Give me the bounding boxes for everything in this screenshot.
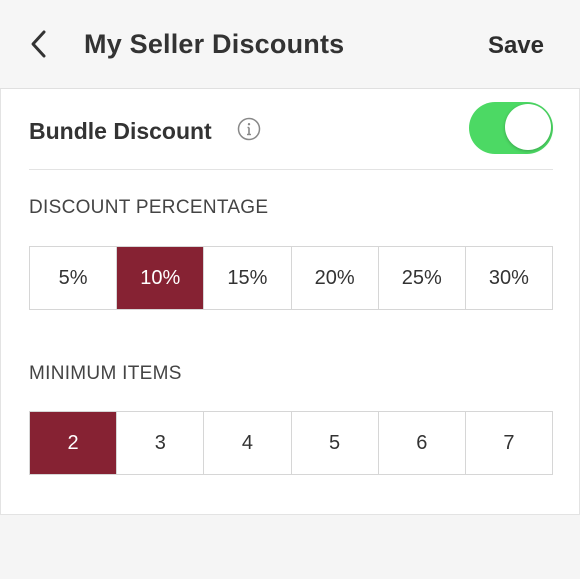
minimum-items-label: MINIMUM ITEMS — [29, 363, 182, 384]
save-button[interactable]: Save — [488, 26, 544, 66]
discount-settings-card: Bundle Discount DISCOUNT PERCENTAGE 5% 10… — [0, 89, 580, 515]
minimum-items-selector: 234567 — [29, 411, 553, 475]
discount-percentage-option[interactable]: 25% — [377, 247, 465, 309]
minimum-items-option[interactable]: 4 — [203, 412, 290, 474]
discount-percentage-label: DISCOUNT PERCENTAGE — [29, 197, 269, 218]
minimum-items-option[interactable]: 6 — [377, 412, 465, 474]
page-title: My Seller Discounts — [84, 29, 345, 59]
bundle-discount-row: Bundle Discount — [29, 89, 553, 170]
minimum-items-option[interactable]: 5 — [290, 412, 378, 474]
bundle-discount-toggle[interactable] — [469, 102, 553, 154]
discount-percentage-option[interactable]: 30% — [464, 247, 552, 309]
back-button[interactable] — [24, 24, 54, 64]
chevron-left-icon — [31, 30, 46, 58]
top-bar: My Seller Discounts Save — [0, 0, 580, 89]
minimum-items-option[interactable]: 2 — [30, 412, 117, 474]
discount-percentage-option[interactable]: 5% — [30, 247, 116, 309]
info-icon[interactable] — [237, 117, 261, 141]
minimum-items-option[interactable]: 3 — [116, 412, 203, 474]
bundle-discount-label: Bundle Discount — [29, 118, 212, 144]
discount-percentage-selector: 5% 10% 15% 20% 25% 30% — [29, 246, 553, 310]
discount-percentage-option[interactable]: 10% — [116, 247, 204, 309]
discount-percentage-option[interactable]: 15% — [203, 247, 290, 309]
minimum-items-option[interactable]: 7 — [464, 412, 552, 474]
discount-percentage-option[interactable]: 20% — [290, 247, 378, 309]
toggle-knob — [505, 104, 551, 150]
